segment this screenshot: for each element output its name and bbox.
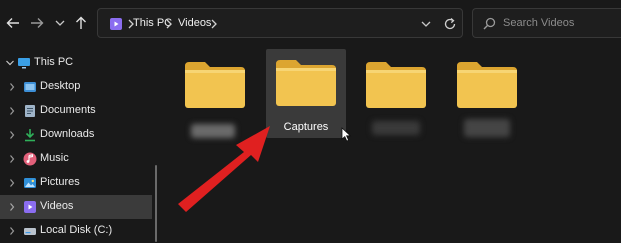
mouse-cursor-icon (341, 127, 352, 142)
red-arrow-annotation (178, 126, 270, 212)
